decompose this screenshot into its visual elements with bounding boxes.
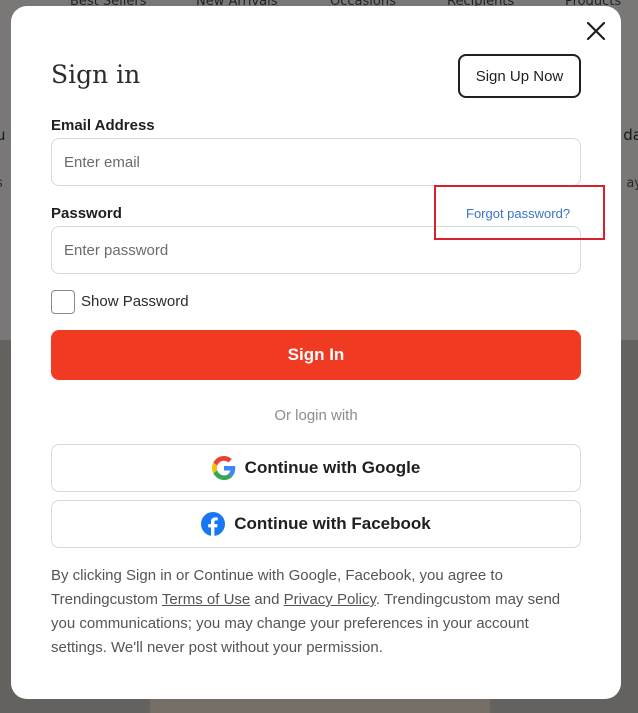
terms-of-use-link[interactable]: Terms of Use (162, 591, 250, 608)
sign-up-now-button[interactable]: Sign Up Now (458, 54, 581, 98)
show-password-checkbox[interactable] (51, 290, 75, 314)
email-field[interactable] (51, 138, 581, 186)
or-login-with-text: Or login with (274, 407, 358, 424)
password-label: Password (51, 205, 122, 222)
facebook-logo-icon (201, 512, 226, 536)
legal-disclaimer: By clicking Sign in or Continue with Goo… (51, 564, 581, 660)
google-button-label: Continue with Google (244, 458, 421, 477)
close-icon (586, 21, 606, 41)
legal-text: and (250, 591, 284, 608)
highlight-annotation-box (434, 185, 605, 240)
facebook-button-label: Continue with Facebook (234, 514, 431, 533)
continue-with-facebook-button[interactable]: Continue with Facebook (51, 500, 581, 548)
email-label: Email Address (51, 117, 155, 134)
google-logo-icon (211, 456, 236, 480)
close-button[interactable] (584, 19, 608, 43)
privacy-policy-link[interactable]: Privacy Policy (284, 591, 376, 608)
sign-in-button[interactable]: Sign In (51, 330, 581, 380)
show-password-label: Show Password (81, 293, 189, 310)
sign-in-modal: Sign in Sign Up Now Email Address Passwo… (11, 6, 621, 699)
continue-with-google-button[interactable]: Continue with Google (51, 444, 581, 492)
modal-title: Sign in (51, 60, 141, 89)
